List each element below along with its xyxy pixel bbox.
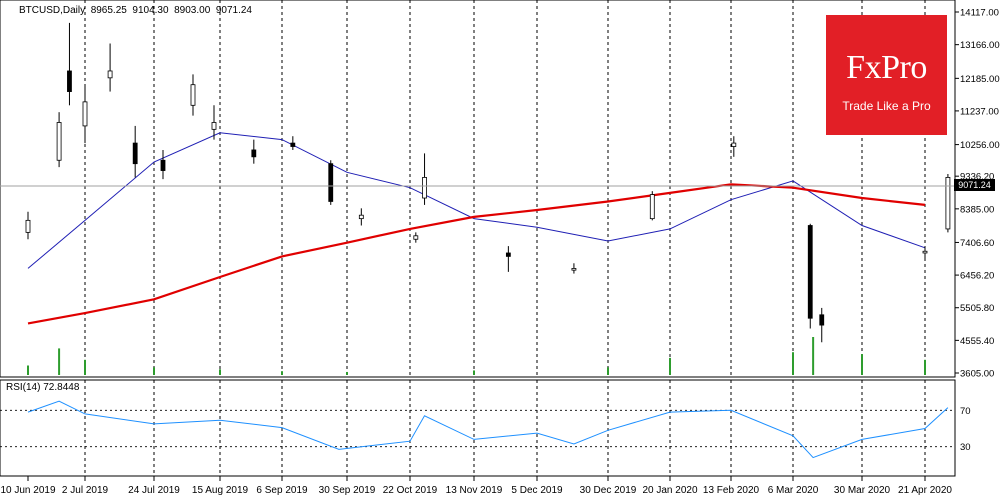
candle-body <box>56 122 62 161</box>
price-tick-label: 13166.00 <box>960 40 1000 51</box>
high-value: 9104.30 <box>132 5 169 16</box>
volume-bar <box>219 369 221 375</box>
candle <box>649 191 655 221</box>
date-tick-label: 24 Jul 2019 <box>128 485 180 496</box>
volume-bar <box>607 367 609 375</box>
volume-bar <box>58 348 61 375</box>
candle-body <box>571 268 577 271</box>
candle-body <box>132 142 138 165</box>
candle-body <box>25 219 31 233</box>
candle-body <box>160 159 166 171</box>
date-tick-label: 21 Apr 2020 <box>898 485 952 496</box>
candle <box>807 223 813 329</box>
price-tick-label: 10256.00 <box>960 140 1000 151</box>
candle-body <box>82 101 88 127</box>
candle <box>945 173 951 233</box>
date-tick-label: 30 Sep 2019 <box>319 485 376 496</box>
candle-body <box>211 122 217 130</box>
price-pane <box>0 0 956 378</box>
rsi-level-label: 70 <box>960 406 971 417</box>
brand-name: FxPro <box>846 49 927 86</box>
volume-bar <box>153 367 155 375</box>
price-tick-label: 11237.00 <box>960 106 999 117</box>
candle-body <box>945 177 951 230</box>
date-tick-label: 5 Dec 2019 <box>511 485 563 496</box>
volume-bar <box>27 365 29 375</box>
ohlc-header: BTCUSD,Daily 8965.25 9104.30 8903.00 907… <box>19 5 252 16</box>
volume-bar <box>669 357 671 375</box>
volume-bar <box>84 359 86 375</box>
candle-body <box>107 70 113 79</box>
candle-body <box>413 235 419 240</box>
volume-bar <box>924 359 926 375</box>
date-tick-label: 15 Aug 2019 <box>192 485 249 496</box>
open-value: 8965.25 <box>90 5 127 16</box>
candle-body <box>190 84 196 106</box>
price-tick-label: 4555.40 <box>960 336 994 347</box>
candle-body <box>290 142 296 147</box>
symbol-label: BTCUSD,Daily <box>19 5 86 16</box>
candle-body <box>328 163 334 202</box>
candle-body <box>922 250 928 254</box>
current-price-tag: 9071.24 <box>954 179 995 191</box>
candle-body <box>649 194 655 220</box>
candle-body <box>819 314 825 326</box>
rsi-pane <box>0 379 956 477</box>
price-tick-label: 14117.00 <box>960 8 999 19</box>
price-tick-label: 12185.00 <box>960 74 1000 85</box>
date-axis: 10 Jun 2019 2 Jul 2019 24 Jul 2019 15 Aug 2… <box>0 476 952 496</box>
candle-body <box>358 214 364 220</box>
volume-bar <box>792 352 794 375</box>
volume-bar <box>861 354 863 375</box>
date-tick-label: 20 Jan 2020 <box>642 485 697 496</box>
date-tick-label: 2 Jul 2019 <box>62 485 109 496</box>
price-tick-label: 8385.00 <box>960 204 994 215</box>
low-value: 8903.00 <box>174 5 211 16</box>
rsi-level-label: 30 <box>960 442 971 453</box>
date-tick-label: 30 Dec 2019 <box>580 485 637 496</box>
date-tick-label: 22 Oct 2019 <box>383 485 438 496</box>
candle <box>328 160 334 205</box>
close-value: 9071.24 <box>215 5 252 16</box>
price-tick-label: 7406.60 <box>960 238 994 249</box>
candle-body <box>251 149 257 158</box>
price-tick-label: 5505.80 <box>960 303 994 314</box>
volume-bar <box>473 370 475 375</box>
brand-tagline: Trade Like a Pro <box>842 99 931 113</box>
date-tick-label: 10 Jun 2019 <box>0 485 55 496</box>
volume-bar <box>346 371 348 375</box>
volume-bar <box>281 371 283 375</box>
candle-body <box>422 177 427 199</box>
date-tick-label: 13 Feb 2020 <box>703 485 760 496</box>
rsi-title: RSI(14) 72.8448 <box>6 382 80 393</box>
price-tick-label: 6456.20 <box>960 271 994 282</box>
candle-body <box>731 142 737 147</box>
candle-body <box>807 225 813 319</box>
date-tick-label: 13 Nov 2019 <box>446 485 503 496</box>
price-axis: 14117.00 13166.00 12185.00 11237.00 10256.00… <box>955 8 1000 380</box>
volume-bar <box>812 337 815 375</box>
date-tick-label: 30 Mar 2020 <box>834 485 891 496</box>
price-tick-label: 3605.00 <box>960 369 994 380</box>
candle-body <box>67 70 72 92</box>
candle-body <box>505 252 511 257</box>
date-tick-label: 6 Mar 2020 <box>768 485 819 496</box>
date-tick-label: 6 Sep 2019 <box>256 485 308 496</box>
brand-logo: FxPro Trade Like a Pro <box>826 15 947 135</box>
